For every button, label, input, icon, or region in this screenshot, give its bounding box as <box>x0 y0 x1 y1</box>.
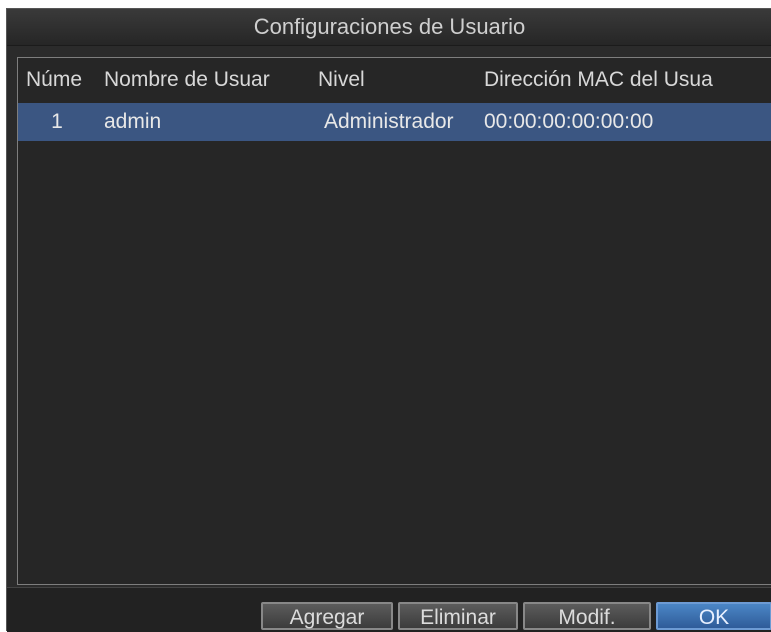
delete-button[interactable]: Eliminar <box>398 602 518 630</box>
button-bar: Agregar Eliminar Modif. OK <box>7 587 771 632</box>
row-level: Administrador <box>324 110 454 133</box>
table-row[interactable]: 1 admin Administrador 00:00:00:00:00:00 <box>18 103 771 141</box>
ok-button[interactable]: OK <box>656 602 771 630</box>
user-settings-dialog: Configuraciones de Usuario Núme Nombre d… <box>6 8 771 632</box>
dialog-title: Configuraciones de Usuario <box>7 9 771 46</box>
modify-button[interactable]: Modif. <box>523 602 651 630</box>
row-mac-address: 00:00:00:00:00:00 <box>484 110 654 133</box>
column-header-mac-address[interactable]: Dirección MAC del Usua <box>484 58 771 102</box>
add-button[interactable]: Agregar <box>261 602 393 630</box>
row-number: 1 <box>51 110 63 133</box>
column-header-number[interactable]: Núme <box>26 58 100 102</box>
column-header-username[interactable]: Nombre de Usuar <box>104 58 318 102</box>
table-header: Núme Nombre de Usuar Nivel Dirección MAC… <box>18 58 771 102</box>
user-table: Núme Nombre de Usuar Nivel Dirección MAC… <box>17 57 771 585</box>
row-username: admin <box>104 110 162 133</box>
column-header-level[interactable]: Nivel <box>318 58 478 102</box>
